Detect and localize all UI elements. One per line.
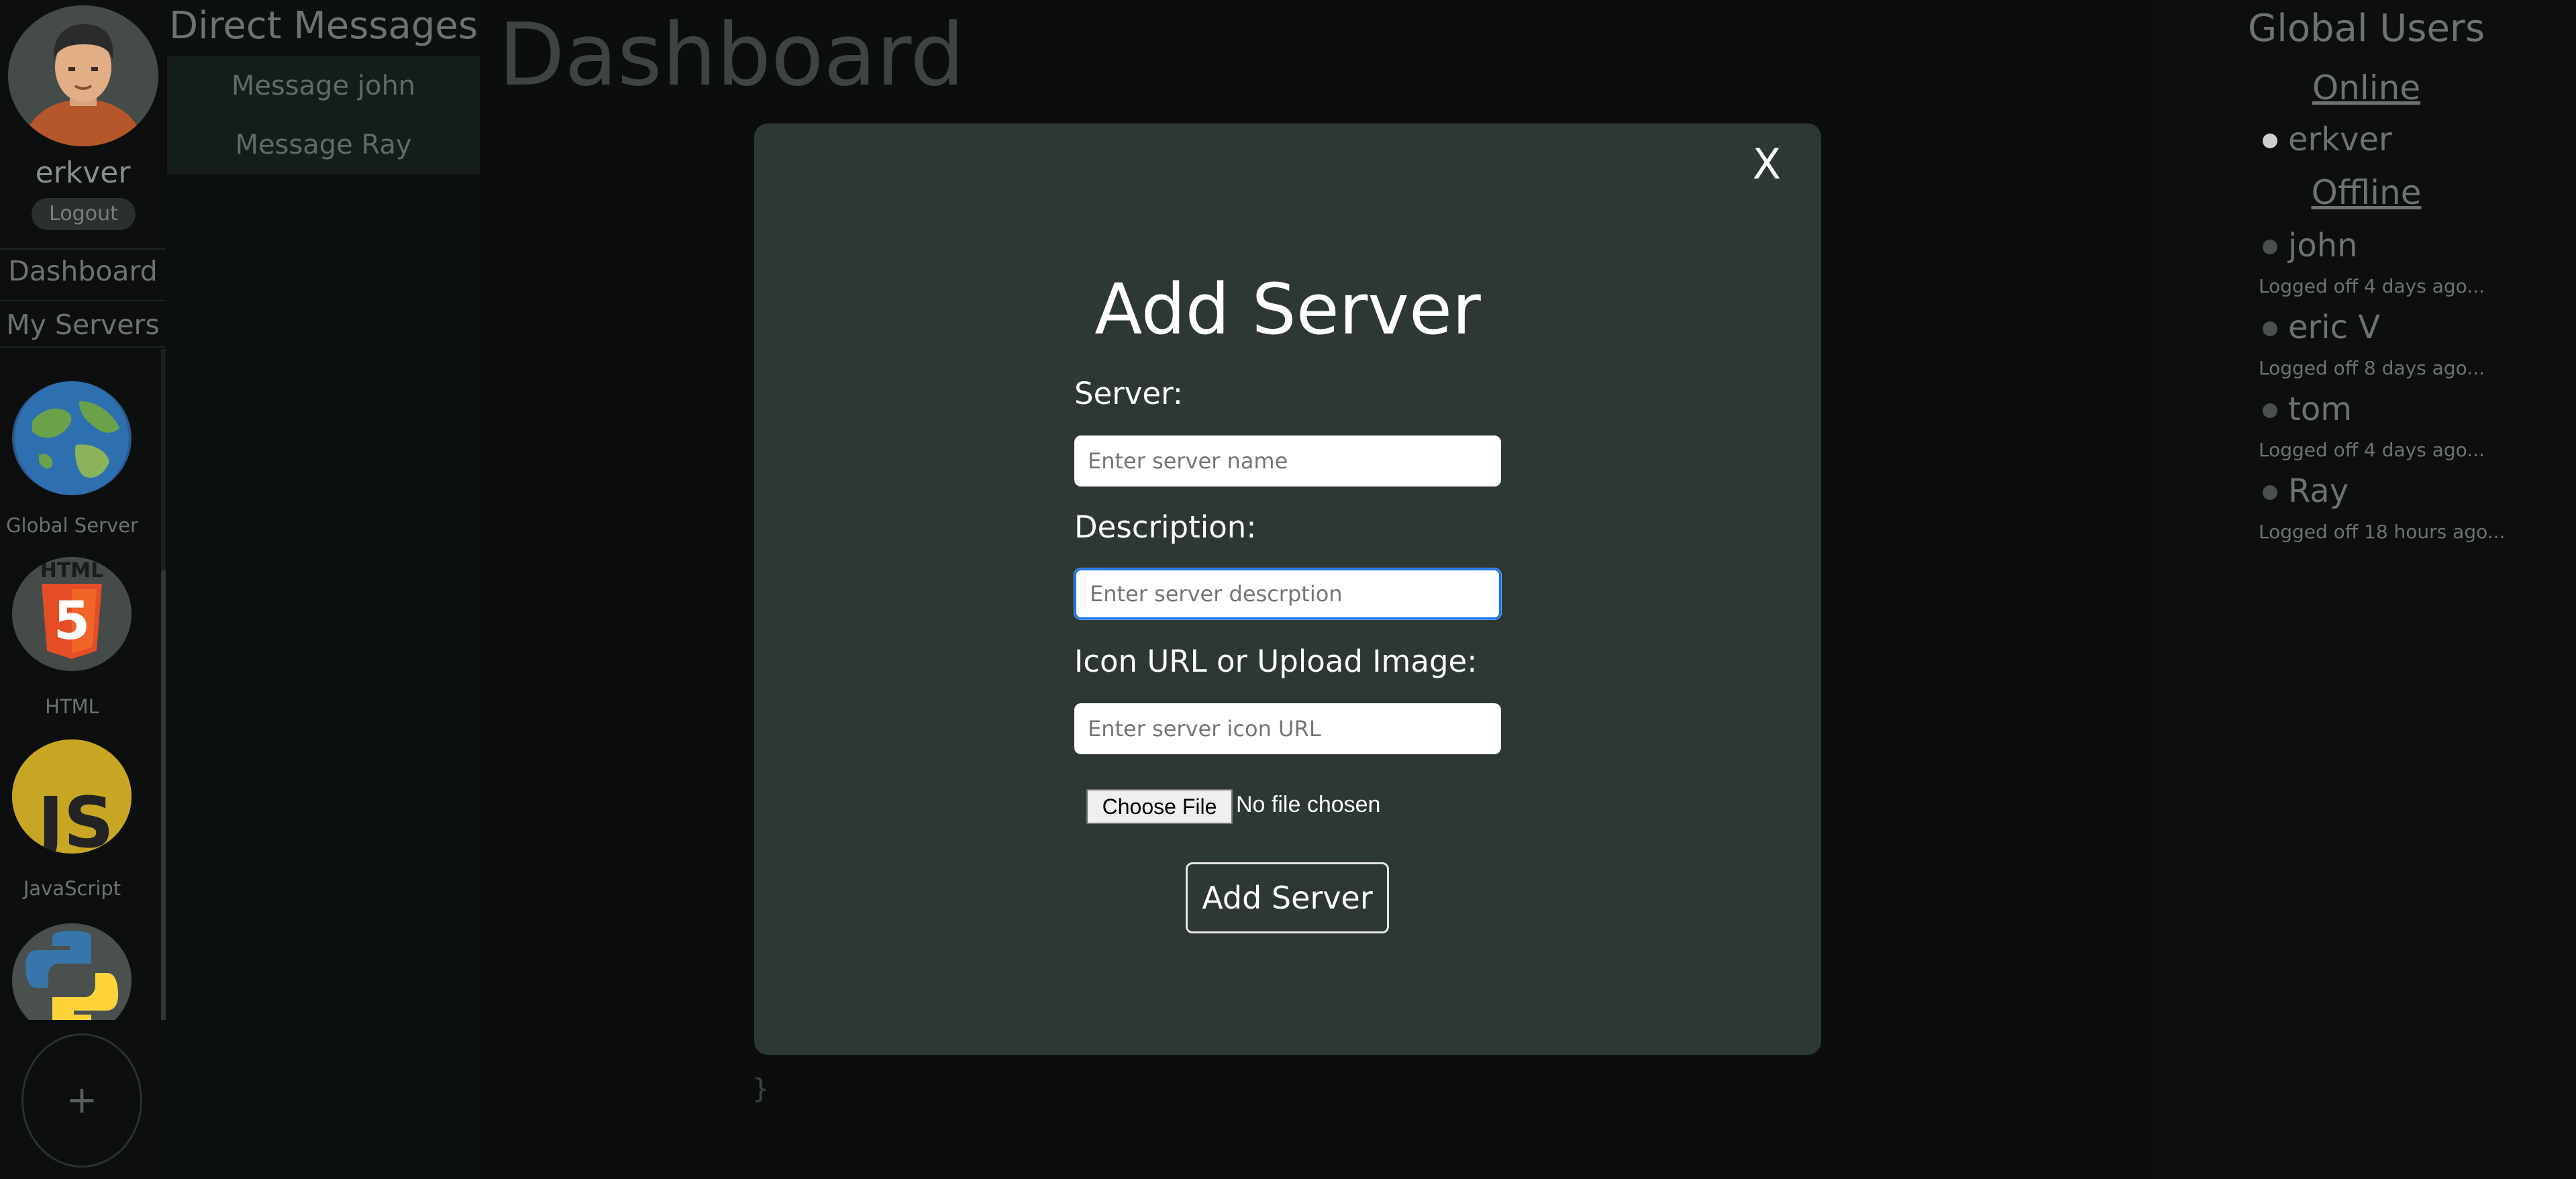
server-name-label: Server:	[1074, 376, 1183, 411]
icon-url-label: Icon URL or Upload Image:	[1074, 644, 1478, 679]
file-status: No file chosen	[1236, 792, 1381, 817]
choose-file-button[interactable]: Choose File	[1086, 789, 1233, 824]
description-input[interactable]	[1074, 568, 1501, 619]
description-label: Description:	[1074, 509, 1257, 545]
modal-title: Add Server	[1094, 268, 1481, 350]
add-server-button[interactable]: Add Server	[1186, 862, 1389, 933]
server-name-input[interactable]	[1074, 435, 1501, 486]
close-button[interactable]: X	[1750, 138, 1784, 191]
icon-url-input[interactable]	[1074, 703, 1501, 754]
